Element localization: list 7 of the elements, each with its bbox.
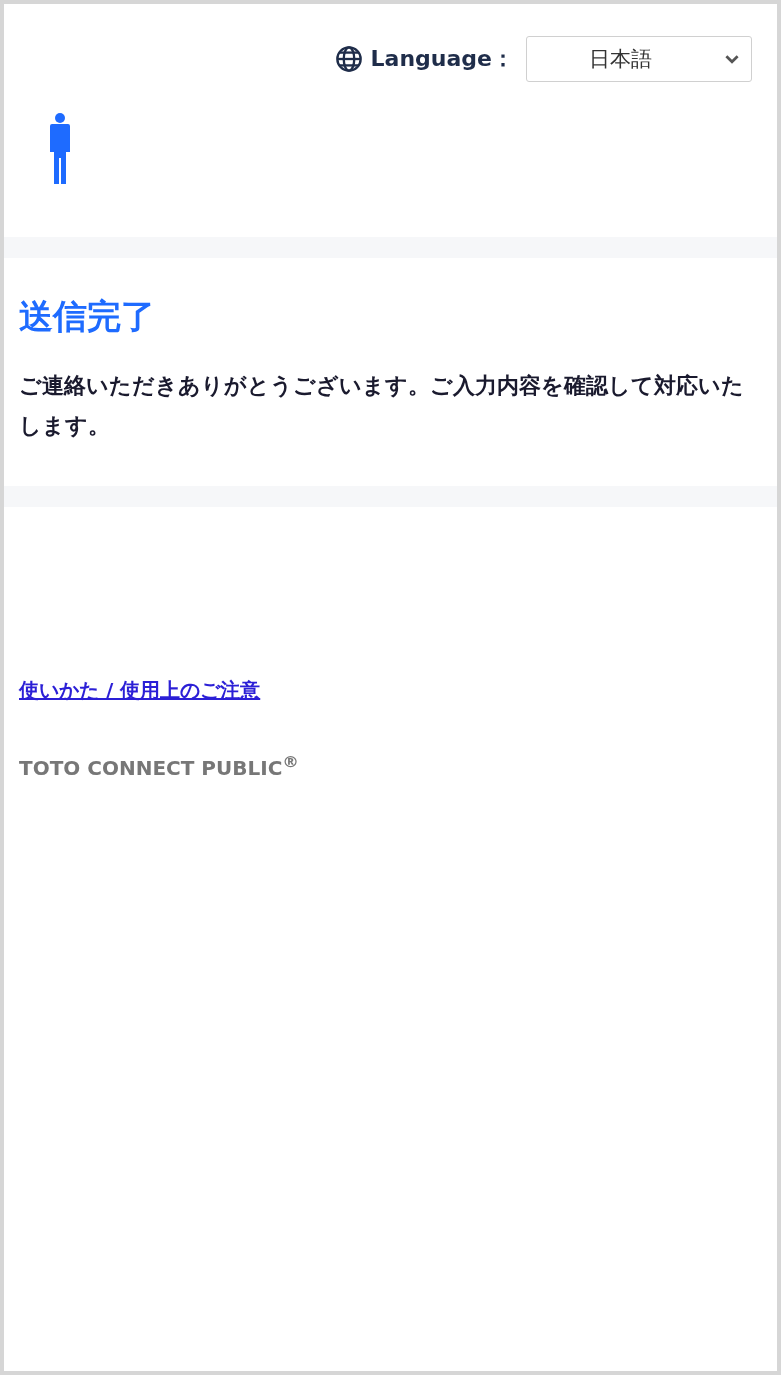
- page-title: 送信完了: [19, 295, 156, 338]
- globe-icon: [334, 45, 363, 73]
- language-select[interactable]: 日本語: [526, 36, 752, 82]
- language-label: Language：: [370, 45, 514, 73]
- brand-text: TOTO CONNECT PUBLIC$^{®}$: [19, 752, 300, 780]
- usage-notes-link[interactable]: 使いかた / 使用上のご注意: [19, 678, 261, 702]
- message-text: ご連絡いただきありがとうございます。ご入力内容を確認して対応いたします。: [19, 372, 745, 440]
